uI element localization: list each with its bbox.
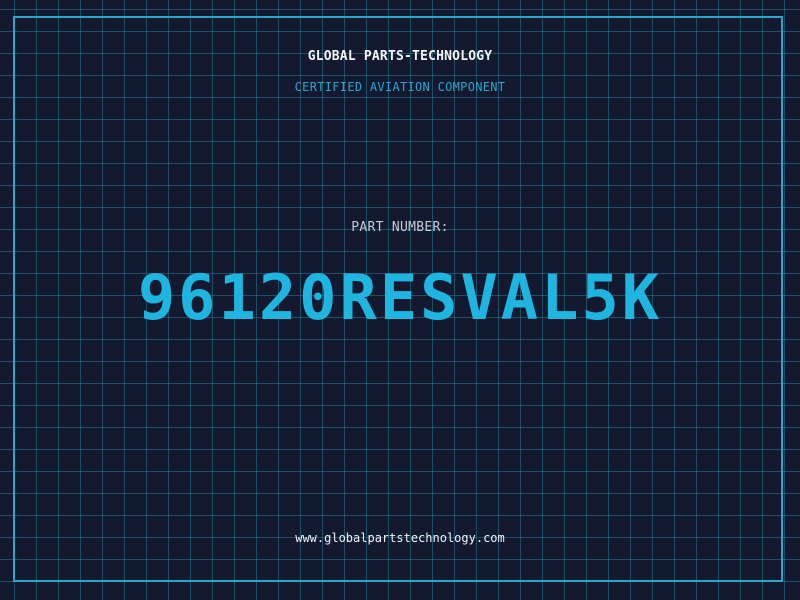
certification-tagline: CERTIFIED AVIATION COMPONENT (294, 80, 506, 94)
company-name: GLOBAL PARTS-TECHNOLOGY (307, 49, 493, 64)
part-label-card: GLOBAL PARTS-TECHNOLOGY CERTIFIED AVIATI… (0, 0, 800, 600)
part-number-value: 96120RESVAL5K (137, 261, 663, 334)
part-number-label: PART NUMBER: (351, 220, 449, 235)
website-url: www.globalpartstechnology.com (295, 531, 505, 545)
